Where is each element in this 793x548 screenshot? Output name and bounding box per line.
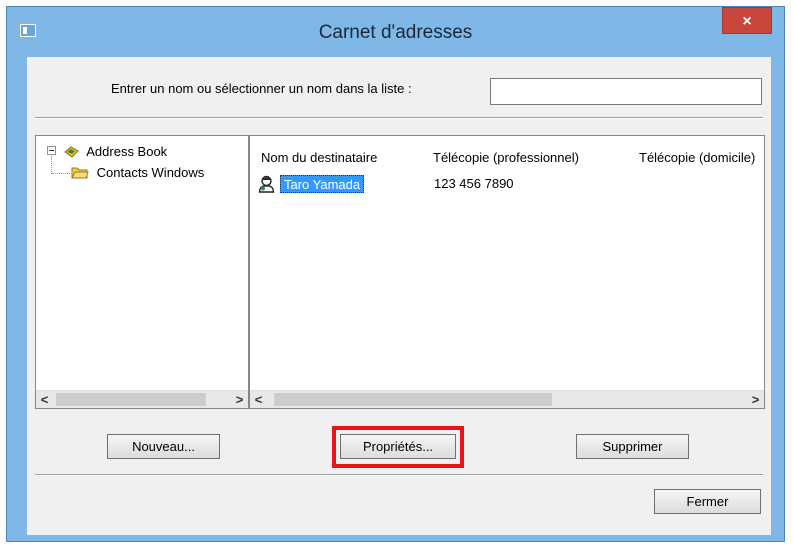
contact-icon [258,175,275,193]
tree-connector [51,156,52,174]
fax-business-cell: 123 456 7890 [434,176,514,191]
tree-item-label: Contacts Windows [96,165,205,181]
top-divider [35,117,763,119]
name-search-input[interactable] [490,78,762,105]
column-header-fax-home[interactable]: Télécopie (domicile) [639,150,755,165]
column-header-name[interactable]: Nom du destinataire [261,150,377,165]
new-button[interactable]: Nouveau... [107,434,220,459]
close-button[interactable]: Fermer [654,489,761,514]
scrollbar-thumb[interactable] [274,393,552,406]
tree-item-address-book[interactable]: Address Book [47,143,167,161]
tree-item-contacts[interactable]: Contacts Windows [71,164,204,180]
tree-item-label: Address Book [86,144,168,160]
tree-connector [52,173,70,174]
bottom-divider [35,474,763,476]
address-book-window: Carnet d'adresses × Entrer un nom ou sél… [6,6,785,542]
dialog-body: Entrer un nom ou sélectionner un nom dan… [27,57,771,535]
close-window-button[interactable]: × [722,7,772,34]
list-item[interactable]: Taro Yamada 123 456 7890 [258,175,758,195]
column-header-fax-business[interactable]: Télécopie (professionnel) [433,150,579,165]
scroll-left-icon[interactable]: < [36,391,53,408]
scrollbar-thumb[interactable] [56,393,206,406]
highlight-frame [332,426,464,468]
folder-icon [71,167,89,179]
collapse-icon[interactable] [47,146,56,156]
tree-horizontal-scrollbar[interactable]: < > [36,390,248,408]
scroll-right-icon[interactable]: > [231,391,248,408]
recipient-list[interactable]: Nom du destinataire Télécopie (professio… [249,135,765,409]
scroll-left-icon[interactable]: < [250,391,267,408]
search-prompt-label: Entrer un nom ou sélectionner un nom dan… [111,81,412,96]
list-horizontal-scrollbar[interactable]: < > [250,390,764,408]
delete-button[interactable]: Supprimer [576,434,689,459]
address-book-icon [63,145,79,158]
recipient-name-cell: Taro Yamada [280,175,365,193]
window-title: Carnet d'adresses [318,22,473,43]
scroll-right-icon[interactable]: > [747,391,764,408]
address-book-tree[interactable]: Address Book Contacts Windows < > [35,135,249,409]
title-bar[interactable]: Carnet d'adresses × [7,7,784,57]
